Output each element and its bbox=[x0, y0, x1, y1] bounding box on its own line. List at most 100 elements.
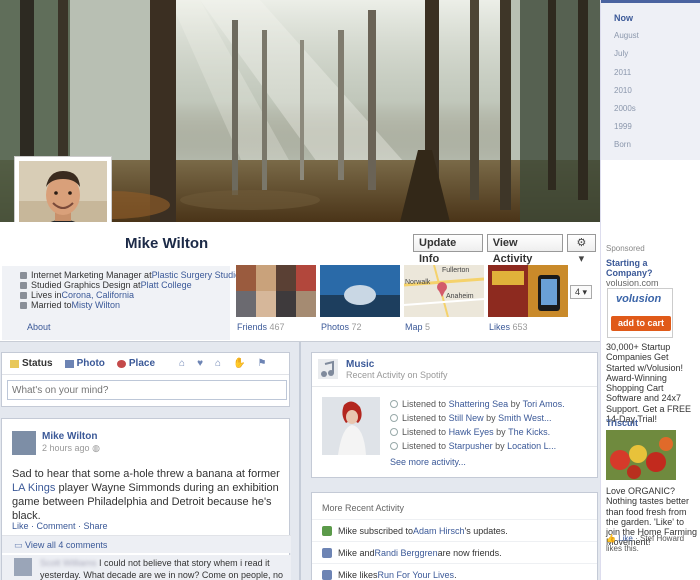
about-work: Internet Marketing Manager at Plastic Su… bbox=[20, 270, 245, 280]
gear-menu-button[interactable]: ⚙ ▾ bbox=[566, 234, 596, 265]
date-nav-item[interactable]: August bbox=[601, 27, 700, 45]
track-list: Listened to Shattering Sea by Tori Amos.… bbox=[390, 397, 565, 453]
right-column: Now August July 2011 2010 2000s 1999 Bor… bbox=[600, 0, 700, 580]
music-activity-card: Music Recent Activity on Spotify Listene… bbox=[311, 352, 598, 478]
timeline-date-nav: Now August July 2011 2010 2000s 1999 Bor… bbox=[601, 0, 700, 160]
date-nav-item[interactable]: 1999 bbox=[601, 118, 700, 136]
track-row[interactable]: Listened to Still New by Smith West... bbox=[390, 411, 565, 425]
play-icon[interactable] bbox=[390, 400, 398, 408]
photos-tile[interactable] bbox=[320, 265, 400, 317]
view-activity-button[interactable]: View Activity bbox=[486, 234, 563, 265]
ad-volusion-image[interactable]: volusion add to cart bbox=[607, 288, 673, 338]
date-nav-item[interactable]: 2010 bbox=[601, 82, 700, 100]
like-thumb-icon: 👍 bbox=[606, 534, 616, 543]
map-tile[interactable]: Fullerton Norwalk Anaheim bbox=[404, 265, 484, 317]
hand-icon[interactable]: ✋ bbox=[233, 358, 245, 369]
volusion-logo: volusion bbox=[616, 293, 662, 305]
likes-tile[interactable] bbox=[488, 265, 568, 317]
life-event-icon[interactable]: ⌂ bbox=[179, 358, 185, 369]
friends-tile-label[interactable]: Friends 467 bbox=[237, 322, 285, 332]
profile-header: Mike Wilton Update Info View Activity ⚙ … bbox=[0, 222, 600, 342]
add-to-cart-button[interactable]: add to cart bbox=[611, 316, 671, 331]
about-education: Studied Graphics Design at Platt College bbox=[20, 280, 212, 290]
activity-row: Mike likes Run For Your Lives. bbox=[312, 563, 597, 580]
more-tiles-button[interactable]: 4 ▾ bbox=[570, 285, 592, 299]
ad-triscuit-image[interactable] bbox=[606, 430, 676, 480]
composer-tabs: Status Photo Place ⌂ ♥ ⌂ ✋ ⚑ bbox=[2, 353, 289, 375]
date-nav-item[interactable]: 2011 bbox=[601, 64, 700, 82]
location-pin-icon bbox=[116, 359, 126, 368]
map-label-norwalk: Norwalk bbox=[405, 279, 431, 286]
photo-thumbnail bbox=[320, 265, 400, 317]
view-comments[interactable]: ▭ View all 4 comments bbox=[2, 535, 291, 553]
post-timestamp[interactable]: 2 hours ago ◍ bbox=[42, 443, 100, 454]
graduation-cap-icon bbox=[20, 281, 27, 289]
post-actions[interactable]: Like · Comment · Share bbox=[12, 521, 108, 531]
status-composer: Status Photo Place ⌂ ♥ ⌂ ✋ ⚑ bbox=[1, 352, 290, 407]
ad-volusion-body: 30,000+ Startup Companies Get Started w/… bbox=[606, 342, 692, 425]
la-kings-link[interactable]: LA Kings bbox=[12, 482, 55, 494]
heart-icon[interactable]: ♥ bbox=[197, 358, 203, 369]
heart-icon bbox=[20, 301, 27, 309]
comment-icon: ▭ bbox=[14, 540, 23, 550]
location-link[interactable]: Corona, California bbox=[62, 290, 135, 300]
status-input[interactable] bbox=[7, 380, 287, 400]
comment-avatar[interactable] bbox=[14, 558, 32, 576]
music-note-icon bbox=[318, 359, 338, 379]
flag-icon[interactable]: ⚑ bbox=[258, 358, 267, 369]
activity-row: Mike subscribed to Adam Hirsch's updates… bbox=[312, 519, 597, 541]
track-row[interactable]: Listened to Starpusher by Location L... bbox=[390, 439, 565, 453]
map-tile-label[interactable]: Map 5 bbox=[405, 322, 430, 332]
play-icon[interactable] bbox=[390, 414, 398, 422]
like-thumb-icon bbox=[322, 569, 332, 580]
tab-photo[interactable]: Photo bbox=[64, 358, 105, 369]
recent-activity-heading: More Recent Activity bbox=[322, 503, 405, 513]
comment-author[interactable]: Scott Williams bbox=[40, 558, 97, 568]
briefcase-icon bbox=[20, 271, 27, 279]
ad-volusion-url[interactable]: volusion.com bbox=[606, 278, 659, 288]
date-nav-item[interactable]: Born bbox=[601, 136, 700, 154]
profile-actions: Update Info View Activity ⚙ ▾ bbox=[413, 234, 600, 265]
timeline-main: Mike Wilton Update Info View Activity ⚙ … bbox=[0, 0, 600, 580]
post-author[interactable]: Mike Wilton bbox=[42, 431, 97, 442]
comment: Scott Williams I could not believe that … bbox=[2, 555, 291, 580]
about-relationship: Married to Misty Wilton bbox=[20, 300, 212, 310]
tab-place[interactable]: Place bbox=[116, 358, 155, 369]
album-art[interactable] bbox=[322, 397, 380, 455]
ad-like-link[interactable]: Like bbox=[618, 534, 633, 543]
ad-volusion-title[interactable]: Starting a Company? bbox=[606, 258, 696, 278]
tab-status[interactable]: Status bbox=[10, 358, 53, 369]
likes-tile-label[interactable]: Likes 653 bbox=[489, 322, 528, 332]
about-location: Lives in Corona, California bbox=[20, 290, 212, 300]
activity-row: Mike and Randi Berggren are now friends. bbox=[312, 541, 597, 563]
camera-icon bbox=[64, 359, 74, 368]
photos-tile-label[interactable]: Photos 72 bbox=[321, 322, 362, 332]
recent-activity-card: More Recent Activity Mike subscribed to … bbox=[311, 492, 598, 580]
friends-tile[interactable] bbox=[236, 265, 316, 317]
home-icon[interactable]: ⌂ bbox=[215, 358, 221, 369]
play-icon[interactable] bbox=[390, 428, 398, 436]
subscribe-icon bbox=[322, 525, 332, 536]
date-nav-item[interactable]: 2000s bbox=[601, 100, 700, 118]
spouse-link[interactable]: Misty Wilton bbox=[72, 300, 121, 310]
map-label-anaheim: Anaheim bbox=[446, 293, 474, 300]
map-label-fullerton: Fullerton bbox=[442, 267, 470, 274]
likes-thumbnails bbox=[488, 265, 568, 317]
track-row[interactable]: Listened to Shattering Sea by Tori Amos. bbox=[390, 397, 565, 411]
work-link[interactable]: Plastic Surgery Studios bbox=[152, 270, 245, 280]
play-icon[interactable] bbox=[390, 442, 398, 450]
post-author-avatar[interactable] bbox=[12, 431, 36, 455]
gear-icon: ⚙ ▾ bbox=[576, 237, 587, 265]
date-nav-item[interactable]: July bbox=[601, 45, 700, 63]
about-link[interactable]: About bbox=[27, 322, 51, 332]
update-info-button[interactable]: Update Info bbox=[413, 234, 483, 265]
track-row[interactable]: Listened to Hawk Eyes by The Kicks. bbox=[390, 425, 565, 439]
ad-triscuit-title[interactable]: Triscuit bbox=[606, 418, 696, 428]
profile-name[interactable]: Mike Wilton bbox=[125, 235, 208, 252]
music-subtitle: Recent Activity on Spotify bbox=[346, 370, 448, 380]
timeline-post: Mike Wilton 2 hours ago ◍ Sad to hear th… bbox=[1, 418, 291, 580]
date-nav-now[interactable]: Now bbox=[601, 9, 700, 27]
see-more-activity-link[interactable]: See more activity... bbox=[390, 457, 466, 467]
music-title[interactable]: Music bbox=[346, 359, 448, 370]
school-link[interactable]: Platt College bbox=[141, 280, 192, 290]
